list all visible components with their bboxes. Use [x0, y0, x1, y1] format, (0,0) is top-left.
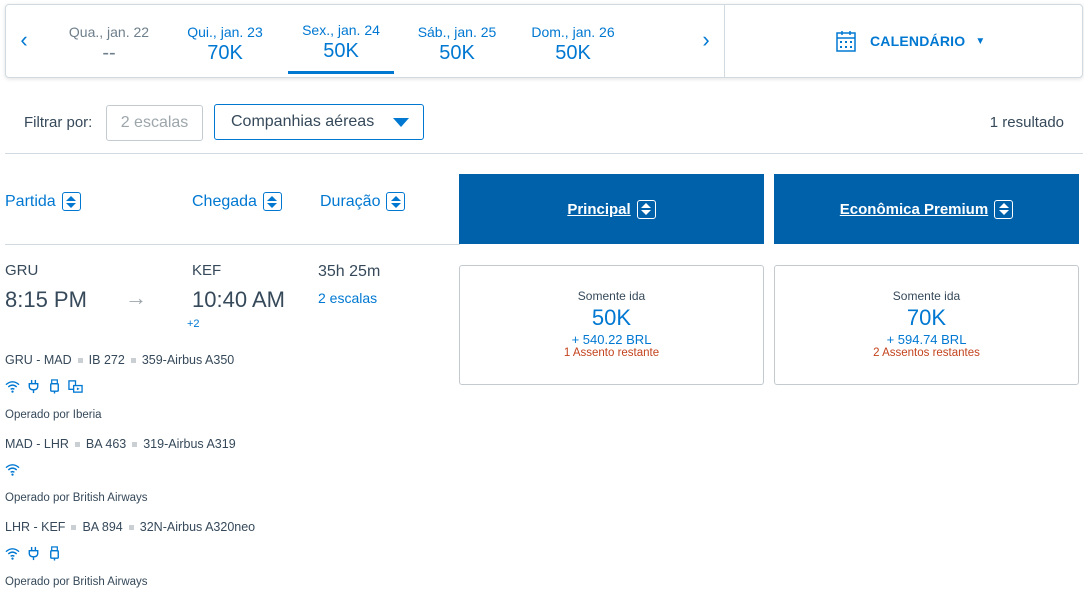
- divider: [724, 5, 725, 77]
- calendar-button[interactable]: CALENDÁRIO ▼: [836, 30, 985, 52]
- segment-3-operator: Operado por British Airways: [5, 576, 148, 588]
- segment-flight-number: BA 463: [85, 437, 127, 451]
- divider: [5, 153, 1083, 154]
- segment-aircraft: 359-Airbus A350: [141, 353, 235, 367]
- date-tab-jan-25[interactable]: Sáb., jan. 25 50K: [402, 5, 512, 77]
- date-tab-jan-24-selected[interactable]: Sex., jan. 24 50K: [288, 5, 394, 74]
- chevron-down-icon: ▼: [975, 35, 986, 47]
- date-price: --: [102, 42, 116, 64]
- date-label: Dom., jan. 26: [531, 24, 615, 40]
- sort-departure[interactable]: Partida: [5, 192, 81, 211]
- power-icon: [28, 379, 39, 394]
- wifi-icon: [5, 464, 20, 476]
- arrow-right-icon: →: [125, 285, 147, 310]
- stops-filter-button[interactable]: 2 escalas: [106, 105, 203, 141]
- seats-remaining: 1 Assento restante: [563, 347, 660, 359]
- fare-cash: + 540.22 BRL: [571, 332, 652, 347]
- usb-icon: [50, 546, 59, 561]
- cabin-header-premium[interactable]: Econômica Premium: [774, 174, 1079, 244]
- origin-airport: GRU: [5, 262, 39, 279]
- fare-type: Somente ida: [577, 289, 646, 303]
- sort-arrival-label: Chegada: [192, 192, 257, 210]
- chevron-down-icon: [393, 118, 409, 127]
- segment-route: LHR - KEF: [5, 520, 66, 534]
- departure-time: 8:15 PM: [5, 287, 87, 312]
- filter-label: Filtrar por:: [24, 114, 93, 131]
- seats-remaining: 2 Assentos restantes: [873, 347, 980, 359]
- divider: [5, 244, 460, 245]
- stops-details-link[interactable]: 2 escalas: [318, 290, 377, 306]
- date-price: 50K: [555, 42, 591, 64]
- sort-icon: [262, 192, 282, 211]
- sort-icon: [994, 199, 1014, 219]
- fare-miles: 70K: [906, 305, 947, 330]
- usb-icon: [50, 379, 59, 394]
- airlines-select-label: Companhias aéreas: [231, 113, 375, 130]
- segment-2-amenities: [5, 462, 20, 477]
- sort-icon: [636, 199, 656, 219]
- date-label: Qui., jan. 23: [187, 24, 263, 40]
- cabin-header-main-label: Principal: [567, 200, 631, 218]
- next-dates-arrow-icon[interactable]: ›: [696, 27, 716, 53]
- segment-flight-number: BA 894: [82, 520, 123, 534]
- date-tab-jan-22[interactable]: Qua., jan. 22 --: [54, 5, 164, 77]
- fare-card-premium[interactable]: Somente ida 70K + 594.74 BRL 2 Assentos …: [774, 265, 1079, 385]
- date-label: Sex., jan. 24: [302, 22, 380, 38]
- date-label: Sáb., jan. 25: [417, 24, 497, 40]
- date-tab-jan-23[interactable]: Qui., jan. 23 70K: [170, 5, 280, 77]
- segment-1-amenities: [5, 379, 83, 394]
- wifi-icon: [5, 381, 20, 393]
- segment-route: MAD - LHR: [5, 437, 69, 451]
- segment-aircraft: 32N-Airbus A320neo: [139, 520, 256, 534]
- calendar-icon: [836, 31, 856, 52]
- segment-2-info: MAD - LHR BA 463 319-Airbus A319: [5, 437, 236, 451]
- segment-1-info: GRU - MAD IB 272 359-Airbus A350: [5, 353, 234, 367]
- sort-icon: [386, 192, 406, 211]
- fare-card-main[interactable]: Somente ida 50K + 540.22 BRL 1 Assento r…: [459, 265, 764, 385]
- segment-3-info: LHR - KEF BA 894 32N-Airbus A320neo: [5, 520, 255, 534]
- cabin-header-main[interactable]: Principal: [459, 174, 764, 244]
- segment-route: GRU - MAD: [5, 353, 72, 367]
- segment-2-operator: Operado por British Airways: [5, 492, 148, 504]
- sort-icon: [61, 192, 81, 211]
- date-price: 50K: [323, 40, 359, 62]
- fare-miles: 50K: [591, 305, 632, 330]
- date-tab-jan-26[interactable]: Dom., jan. 26 50K: [518, 5, 628, 77]
- sort-duration[interactable]: Duração: [320, 192, 406, 211]
- flight-duration: 35h 25m: [318, 263, 381, 280]
- entertainment-icon: [68, 380, 83, 393]
- fare-cash: + 594.74 BRL: [886, 332, 967, 347]
- date-price: 70K: [207, 42, 243, 64]
- sort-departure-label: Partida: [5, 192, 56, 210]
- power-icon: [28, 546, 39, 561]
- arrival-time: 10:40 AM: [192, 287, 285, 312]
- fare-type: Somente ida: [892, 289, 961, 303]
- cabin-header-premium-label: Econômica Premium: [839, 200, 989, 218]
- previous-dates-arrow-icon[interactable]: ‹: [14, 27, 34, 53]
- segment-aircraft: 319-Airbus A319: [143, 437, 236, 451]
- date-price: 50K: [439, 42, 475, 64]
- result-count: 1 resultado: [989, 114, 1064, 131]
- airlines-select[interactable]: Companhias aéreas: [214, 104, 424, 140]
- segment-1-operator: Operado por Iberia: [5, 409, 102, 421]
- sort-duration-label: Duração: [320, 192, 381, 210]
- segment-flight-number: IB 272: [88, 353, 125, 367]
- wifi-icon: [5, 548, 20, 560]
- calendar-label: CALENDÁRIO: [870, 33, 966, 49]
- filter-row: Filtrar por: 2 escalas Companhias aéreas…: [24, 104, 1068, 141]
- date-strip: ‹ Qua., jan. 22 -- Qui., jan. 23 70K Sex…: [5, 4, 1083, 78]
- sort-arrival[interactable]: Chegada: [192, 192, 282, 211]
- date-label: Qua., jan. 22: [68, 24, 150, 40]
- day-offset: +2: [187, 318, 200, 330]
- segment-3-amenities: [5, 546, 62, 561]
- destination-airport: KEF: [192, 262, 222, 279]
